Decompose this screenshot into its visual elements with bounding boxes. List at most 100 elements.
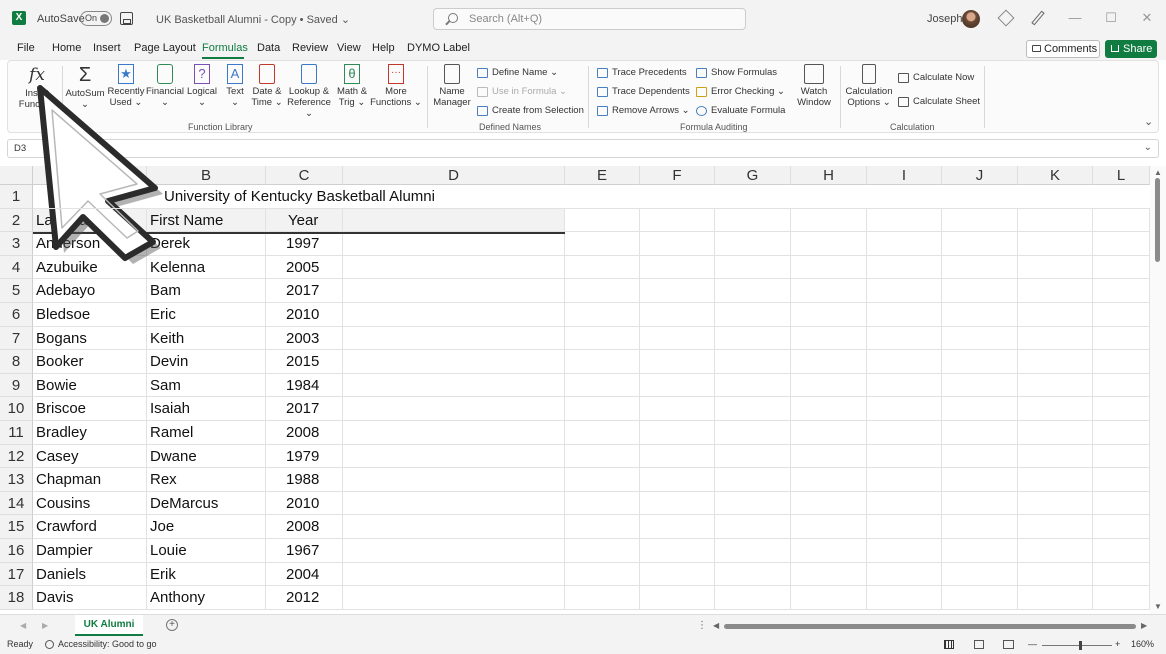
cell[interactable]: [867, 326, 942, 351]
cell[interactable]: [867, 421, 942, 445]
cell[interactable]: [640, 185, 715, 209]
cell[interactable]: [565, 185, 640, 209]
next-sheet-icon[interactable]: ▶: [42, 621, 48, 630]
cell[interactable]: [1093, 468, 1150, 492]
row-header[interactable]: 14: [0, 491, 33, 516]
column-header[interactable]: J: [942, 166, 1018, 185]
date-time-button[interactable]: Date & Time ⌄: [249, 64, 285, 108]
cell[interactable]: [867, 373, 942, 398]
cell[interactable]: [640, 208, 715, 233]
cell[interactable]: [343, 350, 565, 374]
cell[interactable]: [640, 350, 715, 374]
cell[interactable]: [942, 421, 1018, 445]
cell[interactable]: [942, 539, 1018, 563]
cell[interactable]: [791, 373, 867, 398]
cell[interactable]: [867, 586, 942, 610]
cell[interactable]: [343, 303, 565, 327]
cell[interactable]: [791, 185, 867, 209]
cell[interactable]: [715, 232, 791, 256]
cell[interactable]: [565, 397, 640, 421]
cell[interactable]: [791, 350, 867, 374]
year-cell[interactable]: 2010: [266, 491, 343, 516]
cell[interactable]: [942, 491, 1018, 516]
text-button[interactable]: A Text ⌄: [221, 64, 249, 108]
cell[interactable]: [715, 279, 791, 303]
cell[interactable]: [1018, 350, 1093, 374]
column-header[interactable]: L: [1093, 166, 1150, 185]
cell[interactable]: [1093, 515, 1150, 539]
last-name-cell[interactable]: Casey: [33, 444, 147, 469]
cell[interactable]: [867, 350, 942, 374]
cell[interactable]: [343, 255, 565, 280]
cell[interactable]: [1018, 373, 1093, 398]
cell[interactable]: [791, 397, 867, 421]
comments-button[interactable]: Comments: [1026, 40, 1100, 58]
cell[interactable]: [867, 468, 942, 492]
cell[interactable]: [942, 208, 1018, 233]
cell[interactable]: [565, 468, 640, 492]
cell[interactable]: [791, 255, 867, 280]
zoom-slider[interactable]: [1042, 645, 1112, 646]
cell[interactable]: [715, 185, 791, 209]
cell[interactable]: [1018, 562, 1093, 587]
row-header[interactable]: 6: [0, 303, 33, 327]
cell[interactable]: [343, 397, 565, 421]
cell[interactable]: [715, 491, 791, 516]
year-cell[interactable]: 1984: [266, 373, 343, 398]
cell[interactable]: [942, 232, 1018, 256]
cell[interactable]: [1018, 586, 1093, 610]
financial-button[interactable]: Financial ⌄: [145, 64, 185, 108]
cell[interactable]: [343, 326, 565, 351]
cell[interactable]: [1093, 279, 1150, 303]
zoom-level[interactable]: 160%: [1131, 639, 1154, 649]
cell[interactable]: [867, 232, 942, 256]
cell[interactable]: [791, 586, 867, 610]
cell[interactable]: [715, 208, 791, 233]
cell[interactable]: [1093, 208, 1150, 233]
cell[interactable]: [867, 515, 942, 539]
tab-dymo-label[interactable]: DYMO Label: [407, 42, 470, 54]
column-title[interactable]: First Name: [147, 208, 266, 233]
column-header[interactable]: B: [147, 166, 266, 185]
cell[interactable]: [1093, 421, 1150, 445]
sheet-tab-uk-alumni[interactable]: UK Alumni: [75, 615, 143, 636]
last-name-cell[interactable]: Cousins: [33, 491, 147, 516]
column-title[interactable]: Year: [266, 208, 343, 233]
lookup-reference-button[interactable]: Lookup & Reference ⌄: [285, 64, 333, 119]
pen-icon[interactable]: [1031, 10, 1045, 26]
cell[interactable]: [343, 373, 565, 398]
cell[interactable]: [343, 468, 565, 492]
row-header[interactable]: 11: [0, 421, 33, 445]
cell[interactable]: [1093, 539, 1150, 563]
zoom-slider-thumb[interactable]: [1079, 641, 1082, 650]
first-name-cell[interactable]: Sam: [147, 373, 266, 398]
vertical-scrollbar[interactable]: ▲ ▼: [1150, 166, 1166, 614]
collapse-ribbon-button[interactable]: ⌄: [1144, 115, 1153, 128]
year-cell[interactable]: 2010: [266, 303, 343, 327]
cell[interactable]: [640, 468, 715, 492]
cell[interactable]: [343, 515, 565, 539]
cell[interactable]: [1093, 491, 1150, 516]
year-cell[interactable]: 1988: [266, 468, 343, 492]
cell[interactable]: [942, 373, 1018, 398]
cell[interactable]: [1093, 255, 1150, 280]
cell[interactable]: [1093, 586, 1150, 610]
scroll-right-arrow-icon[interactable]: ▶: [1141, 621, 1147, 630]
year-cell[interactable]: 2003: [266, 326, 343, 351]
calculate-now-button[interactable]: Calculate Now: [898, 72, 974, 84]
page-layout-view-icon[interactable]: [974, 640, 984, 649]
cell[interactable]: [791, 421, 867, 445]
cell[interactable]: [791, 515, 867, 539]
tab-help[interactable]: Help: [372, 42, 395, 54]
cell[interactable]: [867, 279, 942, 303]
cell[interactable]: [1093, 397, 1150, 421]
cell[interactable]: [867, 303, 942, 327]
horizontal-scroll-thumb[interactable]: [724, 624, 1136, 629]
remove-arrows-button[interactable]: Remove Arrows ⌄: [597, 105, 690, 117]
cell[interactable]: [867, 397, 942, 421]
cell[interactable]: [640, 491, 715, 516]
cell[interactable]: [565, 303, 640, 327]
cell[interactable]: [867, 562, 942, 587]
cell[interactable]: [715, 444, 791, 469]
zoom-in-button[interactable]: +: [1115, 639, 1120, 649]
